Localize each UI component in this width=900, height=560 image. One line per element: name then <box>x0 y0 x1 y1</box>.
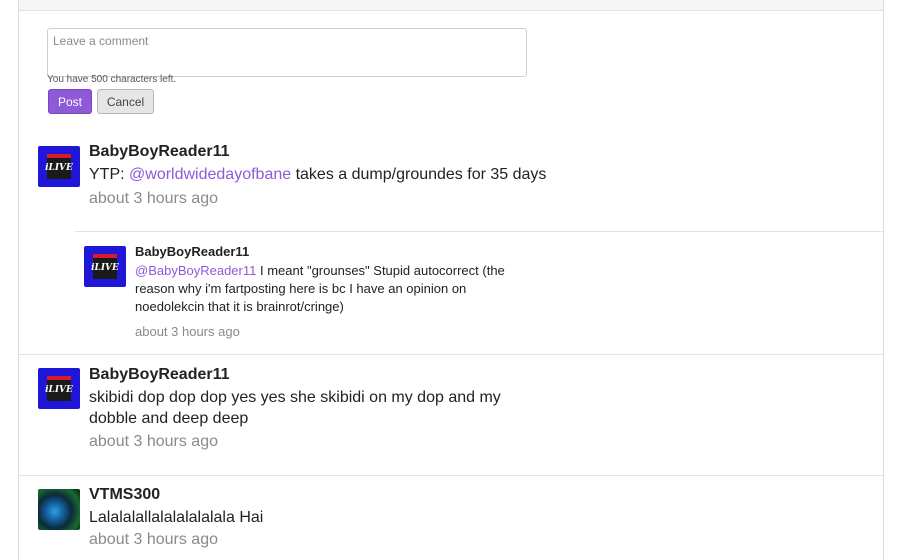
mention-link[interactable]: @BabyBoyReader11 <box>135 263 256 278</box>
ilive-avatar-icon[interactable]: iLIVE <box>38 368 80 409</box>
top-bar <box>19 0 883 11</box>
comment-author[interactable]: BabyBoyReader11 <box>89 143 230 161</box>
ilive-logo: iLIVE <box>91 254 119 279</box>
comment-input[interactable] <box>47 28 527 77</box>
ilive-avatar-icon[interactable]: iLIVE <box>84 246 126 287</box>
comment-text: Lalalalallalalalalalala Hai <box>89 509 264 526</box>
comment-text-prefix: YTP: <box>89 166 130 183</box>
earth-avatar-icon[interactable] <box>38 489 80 530</box>
reply-timestamp[interactable]: about 3 hours ago <box>135 324 240 339</box>
comment-text: YTP: @worldwidedayofbane takes a dump/gr… <box>89 164 559 185</box>
mention-link[interactable]: @worldwidedayofbane <box>129 166 291 183</box>
reply-author[interactable]: BabyBoyReader11 <box>135 244 249 259</box>
reply-divider <box>75 231 883 232</box>
comment-text: skibidi dop dop dop yes yes she skibidi … <box>89 389 501 427</box>
comment-author[interactable]: VTMS300 <box>89 486 160 504</box>
comments-panel: You have 500 characters left. Post Cance… <box>18 0 884 560</box>
comment-timestamp[interactable]: about 3 hours ago <box>89 531 218 549</box>
cancel-button[interactable]: Cancel <box>97 89 154 114</box>
comment-author[interactable]: BabyBoyReader11 <box>89 366 230 384</box>
ilive-logo: iLIVE <box>45 376 73 401</box>
ilive-logo: iLIVE <box>45 154 73 179</box>
comment-divider <box>19 475 883 476</box>
comment-timestamp[interactable]: about 3 hours ago <box>89 190 218 208</box>
reply-text: @BabyBoyReader11 I meant "grounses" Stup… <box>135 262 505 316</box>
characters-left-text: You have 500 characters left. <box>47 74 177 85</box>
post-button[interactable]: Post <box>48 89 92 114</box>
comment-divider <box>19 354 883 355</box>
ilive-avatar-icon[interactable]: iLIVE <box>38 146 80 187</box>
comment-timestamp[interactable]: about 3 hours ago <box>89 433 218 451</box>
comment-text-body: takes a dump/groundes for 35 days <box>291 166 547 183</box>
